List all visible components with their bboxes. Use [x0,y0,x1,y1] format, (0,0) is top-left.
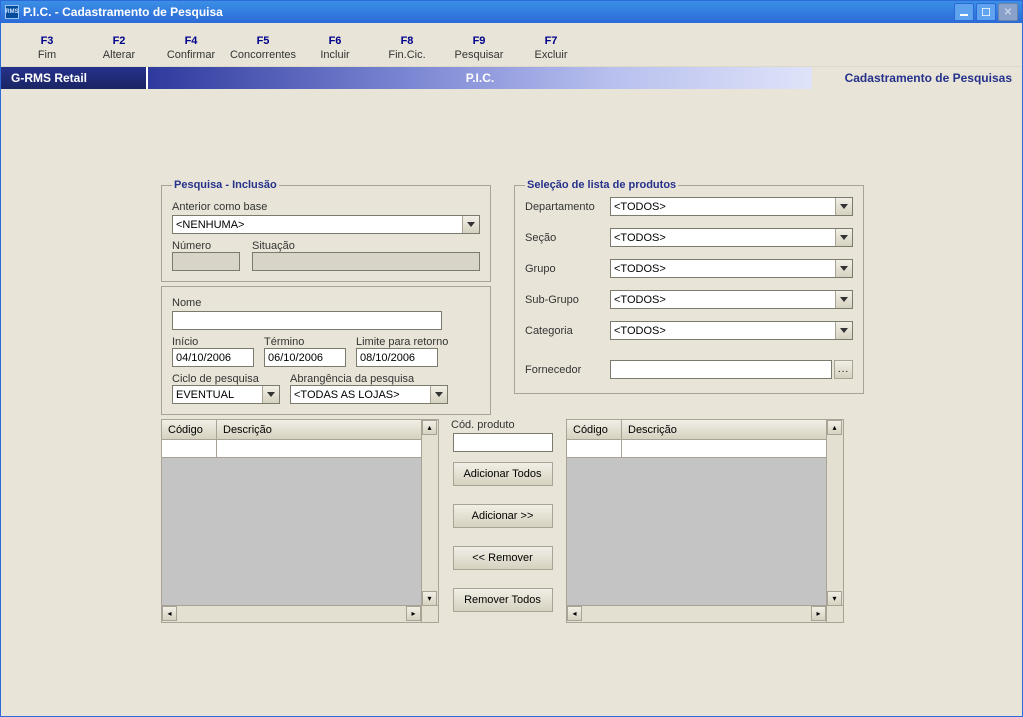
subgrupo-select[interactable]: <TODOS> [610,290,853,309]
ribbon-module: P.I.C. [148,67,812,89]
scroll-left-icon[interactable]: ◂ [162,606,177,621]
remove-all-button[interactable]: Remover Todos [453,588,553,612]
toolbar-fincic[interactable]: F8Fin.Cic. [371,33,443,61]
add-all-button[interactable]: Adicionar Todos [453,462,553,486]
abrang-select[interactable]: <TODAS AS LOJAS> [290,385,448,404]
toolbar-alterar[interactable]: F2Alterar [83,33,155,61]
inicio-input[interactable] [172,348,254,367]
chevron-down-icon [430,386,447,403]
termino-input[interactable] [264,348,346,367]
horizontal-scrollbar[interactable]: ◂▸ [567,605,826,622]
limite-label: Limite para retorno [356,336,448,348]
vertical-scrollbar[interactable]: ▴▾ [421,420,438,606]
fornecedor-input[interactable] [610,360,832,379]
limite-input[interactable] [356,348,438,367]
available-grid[interactable]: Código Descrição ▴▾ ◂▸ [161,419,439,623]
selecao-fieldset: Seleção de lista de produtos Departament… [514,179,864,394]
cod-produto-input[interactable] [453,433,553,452]
pesquisa-extra-panel: Nome Início Término Limite para retorno [161,286,491,415]
categoria-label: Categoria [525,325,610,337]
ribbon: G-RMS Retail P.I.C. Cadastramento de Pes… [1,67,1022,89]
scroll-up-icon[interactable]: ▴ [827,420,842,435]
ciclo-select[interactable]: EVENTUAL [172,385,280,404]
scroll-corner [421,605,438,622]
function-key-toolbar: F3Fim F2Alterar F4Confirmar F5Concorrent… [1,23,1022,67]
horizontal-scrollbar[interactable]: ◂▸ [162,605,421,622]
ribbon-screen-name: Cadastramento de Pesquisas [812,67,1022,89]
toolbar-confirmar[interactable]: F4Confirmar [155,33,227,61]
chevron-down-icon [262,386,279,403]
scroll-corner [826,605,843,622]
grid-body[interactable] [162,458,438,622]
categoria-select[interactable]: <TODOS> [610,321,853,340]
pesquisa-fieldset: Pesquisa - Inclusão Anterior como base <… [161,179,491,282]
scroll-right-icon[interactable]: ▸ [406,606,421,621]
situacao-label: Situação [252,240,480,252]
chevron-down-icon [835,229,852,246]
grid-col-codigo[interactable]: Código [162,420,217,439]
termino-label: Término [264,336,346,348]
numero-field [172,252,240,271]
grid-filter-descricao[interactable] [622,440,843,457]
grid-col-codigo[interactable]: Código [567,420,622,439]
scroll-down-icon[interactable]: ▾ [422,591,437,606]
scroll-left-icon[interactable]: ◂ [567,606,582,621]
cod-produto-label: Cód. produto [451,419,515,431]
toolbar-concorrentes[interactable]: F5Concorrentes [227,33,299,61]
pesquisa-legend: Pesquisa - Inclusão [172,179,279,191]
departamento-label: Departamento [525,201,610,213]
chevron-down-icon [835,198,852,215]
chevron-down-icon [462,216,479,233]
add-button[interactable]: Adicionar >> [453,504,553,528]
scroll-right-icon[interactable]: ▸ [811,606,826,621]
app-icon: RMS [5,5,19,19]
chevron-down-icon [835,291,852,308]
grid-body[interactable] [567,458,843,622]
toolbar-incluir[interactable]: F6Incluir [299,33,371,61]
transfer-buttons-column: Cód. produto Adicionar Todos Adicionar >… [445,419,560,630]
selecao-legend: Seleção de lista de produtos [525,179,678,191]
toolbar-fim[interactable]: F3Fim [11,33,83,61]
chevron-down-icon [835,260,852,277]
anterior-select[interactable]: <NENHUMA> [172,215,480,234]
grupo-label: Grupo [525,263,610,275]
toolbar-excluir[interactable]: F7Excluir [515,33,587,61]
situacao-field [252,252,480,271]
grid-filter-descricao[interactable] [217,440,438,457]
titlebar: RMS P.I.C. - Cadastramento de Pesquisa ✕ [1,1,1022,23]
minimize-button[interactable] [954,3,974,21]
secao-select[interactable]: <TODOS> [610,228,853,247]
grid-filter-codigo[interactable] [567,440,622,457]
anterior-label: Anterior como base [172,201,480,213]
nome-label: Nome [172,297,480,309]
abrang-label: Abrangência da pesquisa [290,373,448,385]
ciclo-label: Ciclo de pesquisa [172,373,280,385]
toolbar-pesquisar[interactable]: F9Pesquisar [443,33,515,61]
grid-col-descricao[interactable]: Descrição [217,420,438,439]
grid-col-descricao[interactable]: Descrição [622,420,843,439]
scroll-up-icon[interactable]: ▴ [422,420,437,435]
close-button: ✕ [998,3,1018,21]
secao-label: Seção [525,232,610,244]
chevron-down-icon [835,322,852,339]
departamento-select[interactable]: <TODOS> [610,197,853,216]
fornecedor-label: Fornecedor [525,364,610,376]
grid-filter-codigo[interactable] [162,440,217,457]
vertical-scrollbar[interactable]: ▴▾ [826,420,843,606]
ribbon-app-name: G-RMS Retail [1,67,148,89]
nome-input[interactable] [172,311,442,330]
numero-label: Número [172,240,240,252]
scroll-down-icon[interactable]: ▾ [827,591,842,606]
inicio-label: Início [172,336,254,348]
grupo-select[interactable]: <TODOS> [610,259,853,278]
remove-button[interactable]: << Remover [453,546,553,570]
maximize-button[interactable] [976,3,996,21]
selected-grid[interactable]: Código Descrição ▴▾ ◂▸ [566,419,844,623]
subgrupo-label: Sub-Grupo [525,294,610,306]
window-title: P.I.C. - Cadastramento de Pesquisa [23,5,223,19]
fornecedor-lookup-button[interactable]: ... [834,360,853,379]
